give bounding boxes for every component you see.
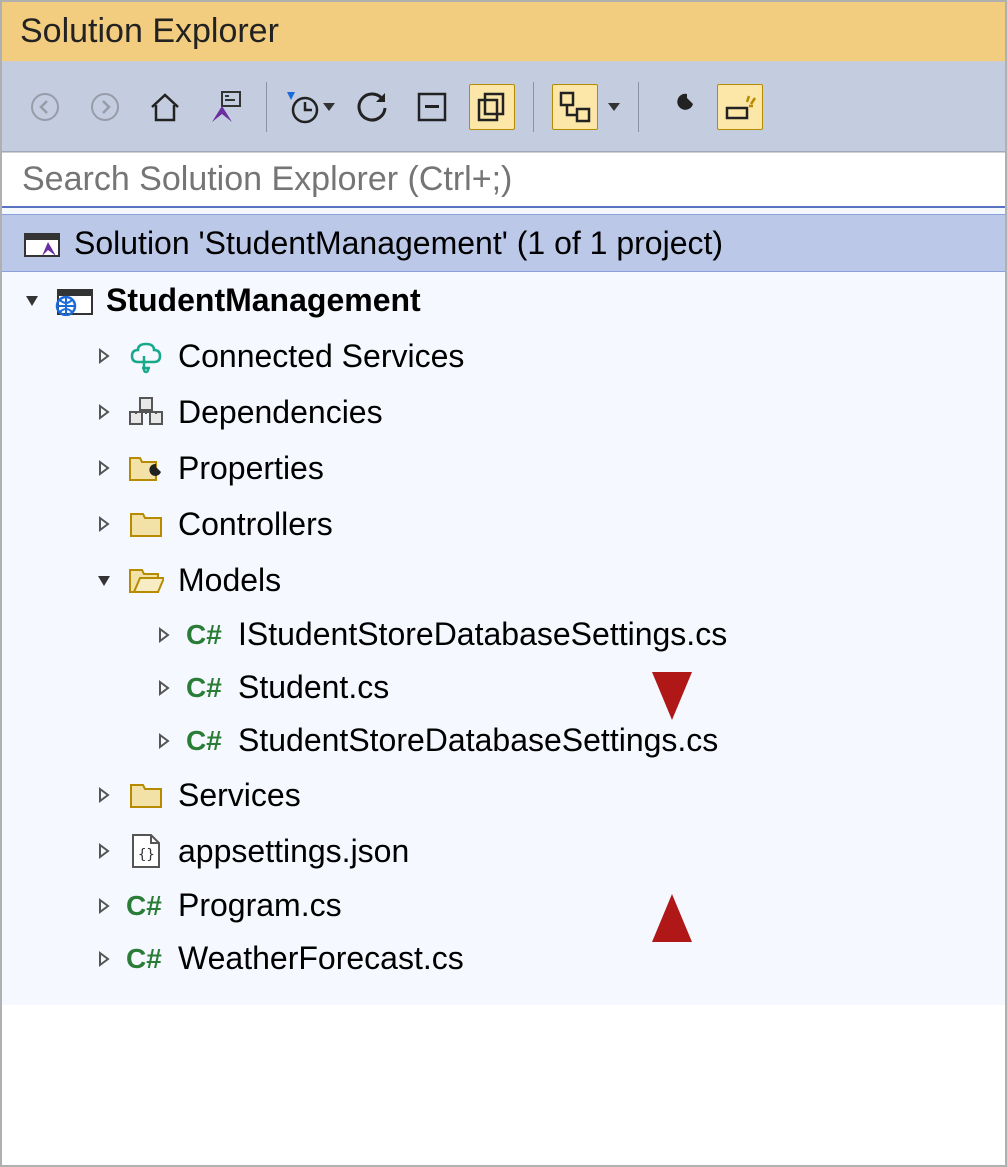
tree-node-controllers[interactable]: Controllers xyxy=(2,496,1005,552)
web-project-icon xyxy=(54,280,94,320)
csharp-file-icon: C# xyxy=(126,943,166,975)
json-file-icon: {} xyxy=(126,831,166,871)
expander-closed-icon[interactable] xyxy=(154,731,174,751)
dependencies-icon xyxy=(126,392,166,432)
folder-icon xyxy=(126,775,166,815)
expander-closed-icon[interactable] xyxy=(94,785,114,805)
collapse-all-button[interactable] xyxy=(409,84,455,130)
csharp-file-icon: C# xyxy=(186,672,226,704)
expander-closed-icon[interactable] xyxy=(154,625,174,645)
file-label: WeatherForecast.cs xyxy=(178,940,464,977)
folder-icon xyxy=(126,504,166,544)
project-label: StudentManagement xyxy=(106,282,421,319)
panel-title-text: Solution Explorer xyxy=(20,12,279,50)
preview-icon xyxy=(723,90,757,124)
expander-closed-icon[interactable] xyxy=(94,841,114,861)
toolbar-separator xyxy=(638,82,639,132)
toolbar xyxy=(2,62,1005,152)
expander-closed-icon[interactable] xyxy=(94,458,114,478)
panel-title: Solution Explorer xyxy=(2,2,1005,62)
file-label: Student.cs xyxy=(238,669,389,706)
tree-node-appsettings[interactable]: {} appsettings.json xyxy=(2,823,1005,879)
node-label: Dependencies xyxy=(178,394,383,431)
properties-folder-icon xyxy=(126,448,166,488)
sync-icon xyxy=(355,90,389,124)
file-label: IStudentStoreDatabaseSettings.cs xyxy=(238,616,727,653)
back-button[interactable] xyxy=(22,84,68,130)
vs-icon xyxy=(208,90,242,124)
expander-closed-icon[interactable] xyxy=(94,346,114,366)
dropdown-caret-icon xyxy=(323,103,335,111)
expander-open-icon[interactable] xyxy=(94,570,114,590)
node-label: Controllers xyxy=(178,506,333,543)
expander-closed-icon[interactable] xyxy=(94,896,114,916)
tree-node-file[interactable]: C# Student.cs xyxy=(2,661,1005,714)
solution-node[interactable]: Solution 'StudentManagement' (1 of 1 pro… xyxy=(2,214,1005,272)
connected-services-icon xyxy=(126,336,166,376)
csharp-file-icon: C# xyxy=(186,619,226,651)
filter-pending-icon xyxy=(285,90,319,124)
show-all-files-icon xyxy=(475,90,509,124)
solution-tree: Solution 'StudentManagement' (1 of 1 pro… xyxy=(2,208,1005,1005)
expander-open-icon[interactable] xyxy=(22,290,42,310)
view-class-diagram-button[interactable] xyxy=(552,84,620,130)
folder-open-icon xyxy=(126,560,166,600)
preview-selected-items-button[interactable] xyxy=(717,84,763,130)
expander-closed-icon[interactable] xyxy=(94,949,114,969)
tree-node-properties[interactable]: Properties xyxy=(2,440,1005,496)
tree-node-program[interactable]: C# Program.cs xyxy=(2,879,1005,932)
class-diagram-icon xyxy=(558,90,592,124)
back-arrow-icon xyxy=(30,92,60,122)
home-icon xyxy=(148,90,182,124)
forward-arrow-icon xyxy=(90,92,120,122)
tree-node-services[interactable]: Services xyxy=(2,767,1005,823)
forward-button[interactable] xyxy=(82,84,128,130)
project-node[interactable]: StudentManagement xyxy=(2,272,1005,328)
solution-label: Solution 'StudentManagement' (1 of 1 pro… xyxy=(74,225,723,262)
search-bar[interactable] xyxy=(2,152,1005,208)
switch-views-button[interactable] xyxy=(202,84,248,130)
node-label: Properties xyxy=(178,450,324,487)
expander-closed-icon[interactable] xyxy=(94,402,114,422)
pending-changes-filter-button[interactable] xyxy=(285,90,335,124)
tree-node-file[interactable]: C# IStudentStoreDatabaseSettings.cs xyxy=(2,608,1005,661)
node-label: Connected Services xyxy=(178,338,464,375)
show-all-files-button[interactable] xyxy=(469,84,515,130)
properties-button[interactable] xyxy=(657,84,703,130)
dropdown-caret-icon xyxy=(608,103,620,111)
csharp-file-icon: C# xyxy=(126,890,166,922)
tree-node-connected-services[interactable]: Connected Services xyxy=(2,328,1005,384)
node-label: Models xyxy=(178,562,281,599)
collapse-all-icon xyxy=(415,90,449,124)
sync-button[interactable] xyxy=(349,84,395,130)
file-label: appsettings.json xyxy=(178,833,409,870)
tree-node-dependencies[interactable]: Dependencies xyxy=(2,384,1005,440)
solution-icon xyxy=(22,223,62,263)
toolbar-separator xyxy=(533,82,534,132)
node-label: Services xyxy=(178,777,301,814)
home-button[interactable] xyxy=(142,84,188,130)
toolbar-separator xyxy=(266,82,267,132)
tree-node-file[interactable]: C# StudentStoreDatabaseSettings.cs xyxy=(2,714,1005,767)
wrench-icon xyxy=(663,90,697,124)
tree-node-models[interactable]: Models xyxy=(2,552,1005,608)
svg-text:{}: {} xyxy=(138,847,155,863)
csharp-file-icon: C# xyxy=(186,725,226,757)
file-label: StudentStoreDatabaseSettings.cs xyxy=(238,722,718,759)
file-label: Program.cs xyxy=(178,887,342,924)
search-input[interactable] xyxy=(20,159,987,200)
tree-node-weather[interactable]: C# WeatherForecast.cs xyxy=(2,932,1005,985)
expander-closed-icon[interactable] xyxy=(94,514,114,534)
expander-closed-icon[interactable] xyxy=(154,678,174,698)
